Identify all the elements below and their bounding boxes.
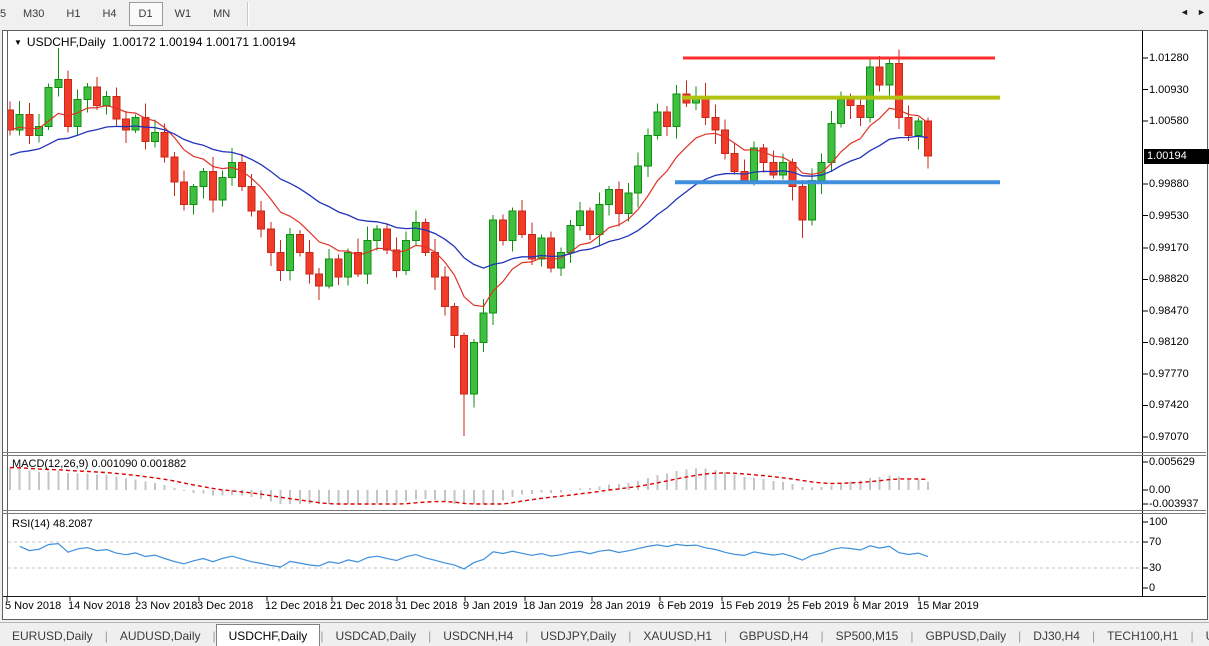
date-axis-label: 3 Dec 2018 bbox=[197, 600, 253, 612]
date-axis-label: 25 Feb 2019 bbox=[787, 600, 849, 612]
chart-symbol-label: USDCHF,Daily bbox=[27, 35, 106, 49]
date-axis-label: 21 Dec 2018 bbox=[330, 600, 392, 612]
tab-tech100-h1[interactable]: TECH100,H1 bbox=[1095, 626, 1190, 646]
price-axis-tick: 1.01280 bbox=[1149, 52, 1189, 64]
tab-gbpusd-h4[interactable]: GBPUSD,H4 bbox=[727, 626, 820, 646]
chart-dropdown-triangle-icon[interactable]: ▼ bbox=[14, 38, 22, 47]
ma-slow-line bbox=[10, 126, 928, 268]
macd-indicator-label: MACD(12,26,9) 0.001090 0.001882 bbox=[12, 458, 186, 470]
price-axis-tick: 0.97070 bbox=[1149, 431, 1189, 443]
date-axis-label: 18 Jan 2019 bbox=[523, 600, 584, 612]
macd-axis-tick: 0.005629 bbox=[1149, 456, 1195, 468]
current-price-badge: 1.00194 bbox=[1144, 149, 1209, 164]
rsi-axis-tick: 100 bbox=[1149, 516, 1167, 528]
tab-sp500-m15[interactable]: SP500,M15 bbox=[824, 626, 911, 646]
date-axis-label: 15 Feb 2019 bbox=[720, 600, 782, 612]
tab-xauusd-h1[interactable]: XAUUSD,H1 bbox=[631, 626, 724, 646]
macd-axis-tick: -0.003937 bbox=[1149, 498, 1199, 510]
price-axis-tick: 0.99880 bbox=[1149, 178, 1189, 190]
trading-terminal: 5M30H1H4D1W1MN ▼USDCHF,Daily 1.00172 1.0… bbox=[0, 0, 1209, 646]
rsi-line bbox=[20, 544, 928, 569]
rsi-pane bbox=[8, 542, 1142, 569]
price-axis-tick: 0.97770 bbox=[1149, 368, 1189, 380]
tabs-scroll-right-icon[interactable]: ► bbox=[1197, 7, 1206, 17]
price-axis-tick: 0.98470 bbox=[1149, 305, 1189, 317]
date-axis-label: 15 Mar 2019 bbox=[917, 600, 979, 612]
price-axis-tick: 0.97420 bbox=[1149, 399, 1189, 411]
tabs-scroll-left-icon[interactable]: ◄ bbox=[1180, 7, 1189, 17]
macd-pane bbox=[10, 468, 928, 504]
candlesticks bbox=[7, 48, 932, 436]
date-axis-label: 12 Dec 2018 bbox=[265, 600, 327, 612]
price-axis-tick: 1.00930 bbox=[1149, 84, 1189, 96]
chart-ohlc-values: 1.00172 1.00194 1.00171 1.00194 bbox=[112, 35, 296, 49]
tab-eurusd-daily[interactable]: EURUSD,Daily bbox=[0, 626, 105, 646]
tab-ukc[interactable]: UKC bbox=[1194, 626, 1209, 646]
tab-usdcnh-h4[interactable]: USDCNH,H4 bbox=[431, 626, 525, 646]
date-axis-label: 6 Mar 2019 bbox=[853, 600, 909, 612]
price-axis-tick: 0.99170 bbox=[1149, 242, 1189, 254]
date-axis-label: 6 Feb 2019 bbox=[658, 600, 714, 612]
tab-usdchf-daily[interactable]: USDCHF,Daily bbox=[216, 624, 321, 646]
date-axis-label: 23 Nov 2018 bbox=[135, 600, 197, 612]
price-axis-tick: 0.99530 bbox=[1149, 210, 1189, 222]
tab-usdjpy-daily[interactable]: USDJPY,Daily bbox=[528, 626, 628, 646]
date-axis-label: 31 Dec 2018 bbox=[395, 600, 457, 612]
date-axis-label: 14 Nov 2018 bbox=[68, 600, 130, 612]
tab-dj30-h4[interactable]: DJ30,H4 bbox=[1021, 626, 1092, 646]
tab-usdcad-daily[interactable]: USDCAD,Daily bbox=[323, 626, 428, 646]
date-axis-label: 5 Nov 2018 bbox=[5, 600, 61, 612]
tab-gbpusd-daily[interactable]: GBPUSD,Daily bbox=[913, 626, 1018, 646]
price-axis-tick: 0.98820 bbox=[1149, 273, 1189, 285]
chart-tab-bar: EURUSD,Daily|AUDUSD,Daily|USDCHF,Daily|U… bbox=[0, 622, 1209, 646]
chart-title: ▼ USDCHF,Daily 1.00172 1.00194 1.00171 1.… bbox=[14, 35, 296, 49]
rsi-axis-tick: 0 bbox=[1149, 582, 1155, 594]
date-axis-label: 9 Jan 2019 bbox=[463, 600, 517, 612]
tab-audusd-daily[interactable]: AUDUSD,Daily bbox=[108, 626, 213, 646]
rsi-axis-tick: 70 bbox=[1149, 536, 1161, 548]
rsi-axis-tick: 30 bbox=[1149, 562, 1161, 574]
price-chart-canvas bbox=[0, 0, 1209, 646]
date-axis-label: 28 Jan 2019 bbox=[590, 600, 651, 612]
macd-signal-line bbox=[10, 468, 928, 504]
price-axis-tick: 1.00580 bbox=[1149, 115, 1189, 127]
price-axis-tick: 0.98120 bbox=[1149, 336, 1189, 348]
rsi-indicator-label: RSI(14) 48.2087 bbox=[12, 518, 93, 530]
macd-axis-tick: 0.00 bbox=[1149, 484, 1170, 496]
